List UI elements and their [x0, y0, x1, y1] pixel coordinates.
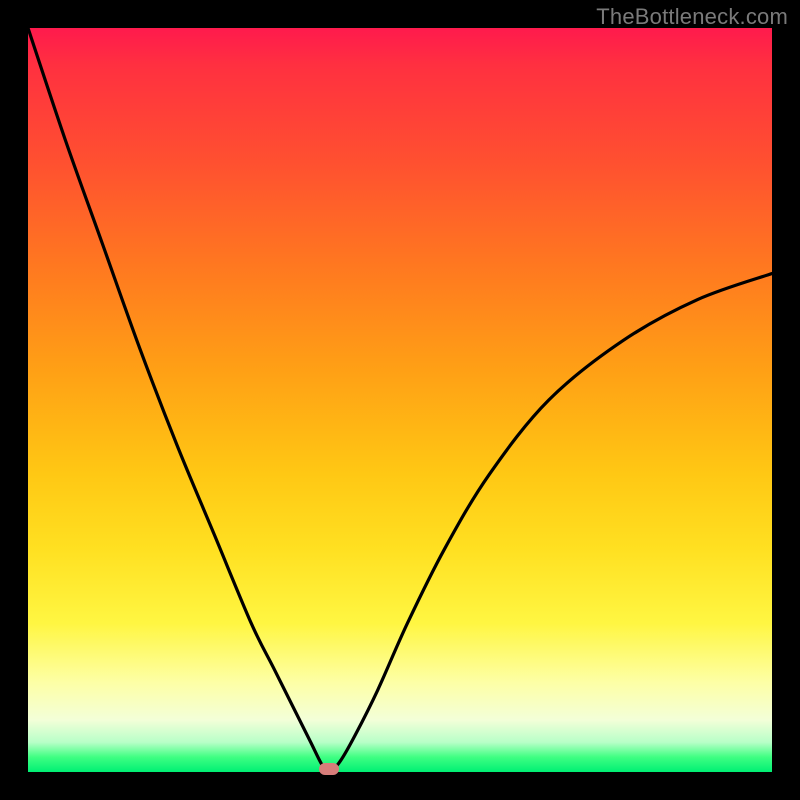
curve-path — [28, 28, 772, 772]
plot-area — [28, 28, 772, 772]
optimal-point-marker — [319, 763, 339, 775]
chart-frame: TheBottleneck.com — [0, 0, 800, 800]
bottleneck-curve — [28, 28, 772, 772]
watermark-text: TheBottleneck.com — [596, 4, 788, 30]
